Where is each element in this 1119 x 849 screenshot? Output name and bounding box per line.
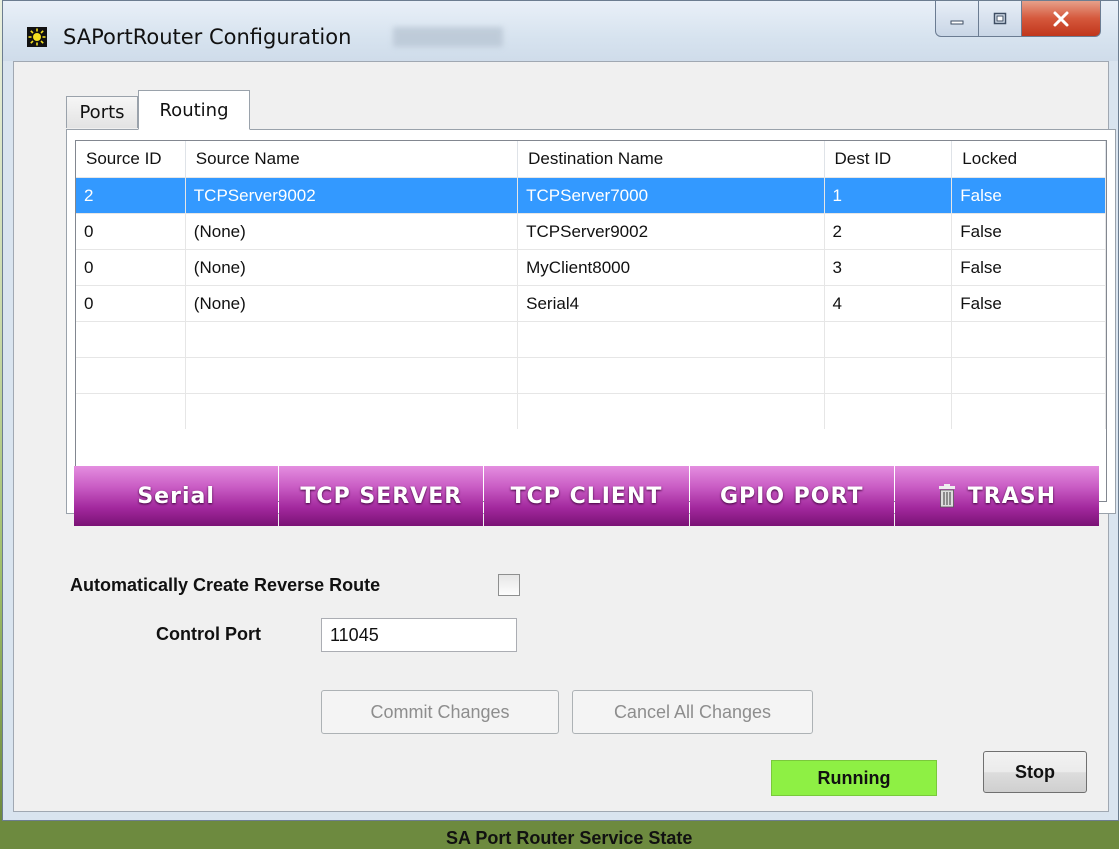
trash-button[interactable]: TRASH [894,466,1100,526]
column-header-dest-id[interactable]: Dest ID [825,141,953,177]
close-icon [1053,11,1069,26]
stop-button-label: Stop [1015,761,1055,782]
empty-table-row [76,357,1106,393]
cell-dest-id: 2 [825,214,953,249]
routing-tab-panel: Source ID Source Name Destination Name D… [66,129,1116,514]
cancel-all-changes-label: Cancel All Changes [613,701,772,722]
empty-table-row [76,321,1106,357]
blurred-title-area [393,27,503,47]
cell-source-name: (None) [186,214,519,249]
cell-destination-name: MyClient8000 [518,250,825,285]
routing-table[interactable]: Source ID Source Name Destination Name D… [75,140,1107,502]
trash-button-label: TRASH [967,483,1057,509]
app-window: SAPortRouter Configuration Ports Routing [2,0,1119,848]
minimize-icon [950,20,964,24]
title-bar[interactable]: SAPortRouter Configuration [3,1,1118,61]
commit-changes-label: Commit Changes [370,701,510,722]
table-row[interactable]: 0 (None) Serial4 4 False [76,285,1106,321]
tab-routing[interactable]: Routing [138,90,250,130]
serial-button-label: Serial [137,483,215,509]
reverse-route-checkbox[interactable] [498,574,520,596]
close-button[interactable] [1021,1,1101,37]
commit-changes-button[interactable]: Commit Changes [321,690,559,734]
cell-dest-id: 4 [825,286,953,321]
empty-table-row [76,393,1106,429]
cell-locked: False [952,178,1106,213]
column-header-source-id[interactable]: Source ID [76,141,186,177]
tab-routing-label: Routing [159,99,229,121]
table-row[interactable]: 2 TCPServer9002 TCPServer7000 1 False [76,177,1106,213]
trash-icon [938,484,956,508]
cell-locked: False [952,214,1106,249]
main-panel: Ports Routing Source ID Source Name Dest… [13,61,1116,848]
control-port-input[interactable]: 11045 [321,618,517,652]
table-row[interactable]: 0 (None) MyClient8000 3 False [76,249,1106,285]
maximize-icon [993,12,1007,24]
table-header: Source ID Source Name Destination Name D… [76,141,1106,177]
control-port-label: Control Port [156,624,261,644]
column-header-locked[interactable]: Locked [952,141,1106,177]
cell-source-name: (None) [186,250,519,285]
maximize-button[interactable] [978,1,1022,37]
port-type-buttons: Serial TCP SERVER TCP CLIENT GPIO PORT T… [66,466,1100,526]
cell-source-id: 0 [76,250,186,285]
cell-dest-id: 3 [825,250,953,285]
gpio-port-button[interactable]: GPIO PORT [689,466,894,526]
tcp-client-button[interactable]: TCP CLIENT [484,466,689,526]
cell-destination-name: TCPServer7000 [518,178,825,213]
minimize-button[interactable] [935,1,979,37]
tcp-client-button-label: TCP CLIENT [510,483,663,509]
cell-source-id: 2 [76,178,186,213]
tcp-server-button-label: TCP SERVER [300,483,463,509]
table-row[interactable]: 0 (None) TCPServer9002 2 False [76,213,1106,249]
cell-source-id: 0 [76,214,186,249]
column-header-source-name[interactable]: Source Name [186,141,519,177]
cell-dest-id: 1 [825,178,953,213]
cell-source-name: TCPServer9002 [186,178,519,213]
serial-button[interactable]: Serial [74,466,279,526]
cell-locked: False [952,286,1106,321]
stop-button[interactable]: Stop [983,751,1087,793]
service-state-label: SA Port Router Service State [446,828,693,848]
window-title: SAPortRouter Configuration [63,25,352,49]
tab-ports[interactable]: Ports [66,96,138,128]
cell-destination-name: TCPServer9002 [518,214,825,249]
cell-source-name: (None) [186,286,519,321]
service-state-indicator: Running [771,760,937,796]
column-header-destination-name[interactable]: Destination Name [518,141,825,177]
gpio-port-button-label: GPIO PORT [719,483,864,509]
tcp-server-button[interactable]: TCP SERVER [279,466,484,526]
cancel-all-changes-button[interactable]: Cancel All Changes [572,690,813,734]
tab-ports-label: Ports [79,102,125,123]
cell-locked: False [952,250,1106,285]
app-sun-icon [27,27,47,47]
reverse-route-label: Automatically Create Reverse Route [70,575,381,595]
cell-destination-name: Serial4 [518,286,825,321]
cell-source-id: 0 [76,286,186,321]
